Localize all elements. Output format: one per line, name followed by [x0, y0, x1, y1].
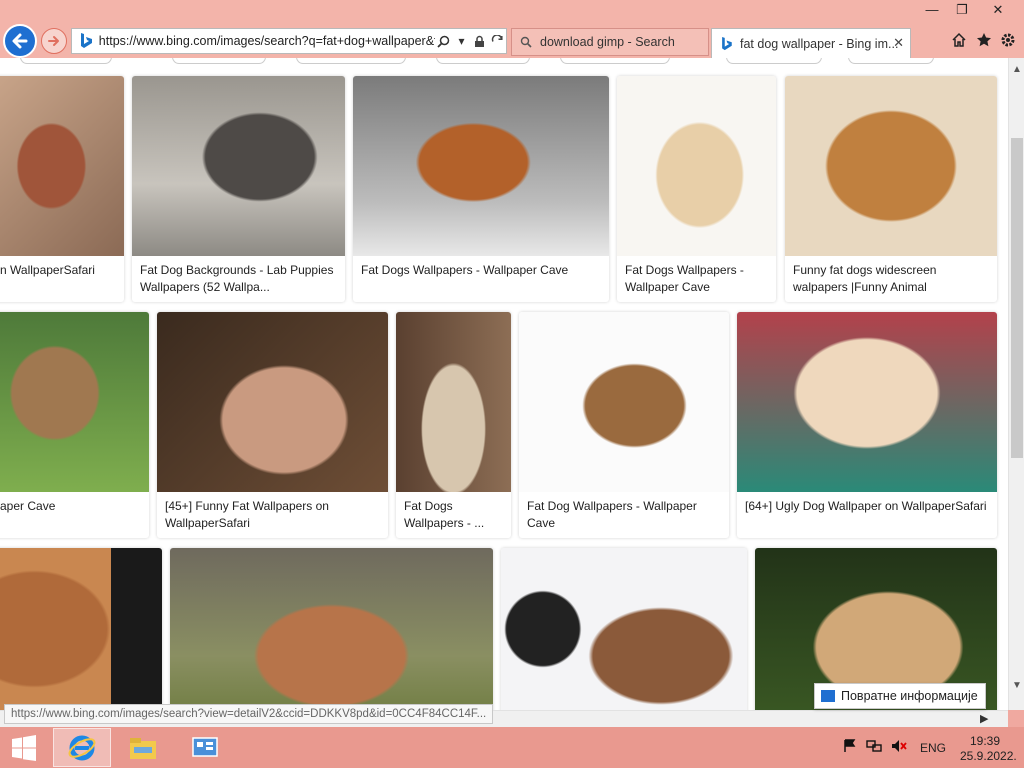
filter-pill[interactable] [560, 58, 670, 64]
title-bar: — ❐ ✕ [0, 0, 1024, 22]
start-button[interactable] [0, 728, 48, 767]
image-result-card[interactable] [170, 548, 493, 710]
forward-button[interactable] [41, 28, 67, 54]
result-thumbnail[interactable] [617, 76, 776, 256]
control-panel-taskbar-button[interactable] [176, 728, 234, 767]
folder-icon [130, 737, 156, 759]
home-icon[interactable] [949, 30, 969, 50]
result-caption[interactable]: Funny fat dogs widescreen walpapers |Fun… [793, 262, 991, 296]
image-result-card[interactable]: [64+] Ugly Dog Wallpaper on WallpaperSaf… [737, 312, 997, 538]
image-result-card[interactable]: Fat Dog Wallpapers - Wallpaper Cave [519, 312, 729, 538]
result-thumbnail[interactable] [519, 312, 729, 492]
image-result-card[interactable]: Funny fat dogs widescreen walpapers |Fun… [785, 76, 997, 302]
result-thumbnail[interactable] [132, 76, 345, 256]
close-tab-icon[interactable]: ✕ [893, 35, 904, 51]
image-results-area: n WallpaperSafari Fat Dog Backgrounds - … [0, 58, 1008, 710]
image-result-card[interactable] [501, 548, 747, 710]
result-caption[interactable]: [64+] Ugly Dog Wallpaper on WallpaperSaf… [745, 498, 991, 515]
filter-pill[interactable] [848, 58, 934, 64]
clock-date[interactable]: 25.9.2022. [960, 749, 1017, 763]
result-caption[interactable]: n WallpaperSafari [0, 262, 118, 279]
scroll-right-icon[interactable]: ▶ [980, 712, 988, 725]
internet-explorer-taskbar-button[interactable] [53, 728, 111, 767]
bing-favicon-icon [77, 32, 95, 50]
control-panel-icon [192, 736, 218, 757]
image-result-card[interactable]: aper Cave [0, 312, 149, 538]
result-thumbnail[interactable] [157, 312, 388, 492]
scrollbar-thumb[interactable] [1011, 138, 1023, 458]
result-caption[interactable]: Fat Dogs Wallpapers - Wallpaper Cave [625, 262, 770, 296]
restore-button[interactable]: ❐ [948, 0, 976, 20]
search-icon[interactable] [435, 31, 453, 51]
result-caption[interactable]: aper Cave [0, 498, 143, 515]
forward-arrow-icon [48, 36, 59, 46]
file-explorer-taskbar-button[interactable] [114, 728, 172, 767]
close-window-button[interactable]: ✕ [984, 0, 1012, 20]
result-thumbnail[interactable] [737, 312, 997, 492]
filter-pill[interactable] [20, 58, 112, 64]
tab-download-gimp[interactable]: download gimp - Search [511, 28, 709, 56]
image-result-card[interactable]: Fat Dogs Wallpapers - Wallpaper Cave [617, 76, 776, 302]
image-result-card[interactable]: [45+] Funny Fat Wallpapers on WallpaperS… [157, 312, 388, 538]
image-result-card[interactable]: Fat Dogs Wallpapers - ... [396, 312, 511, 538]
back-arrow-icon [12, 33, 28, 49]
filter-pill[interactable] [296, 58, 406, 64]
dropdown-arrow-icon[interactable]: ▾ [453, 31, 471, 51]
clock-time[interactable]: 19:39 [970, 734, 1000, 748]
lock-icon[interactable] [470, 31, 488, 51]
filter-pill[interactable] [436, 58, 530, 64]
status-url-tooltip: https://www.bing.com/images/search?view=… [4, 704, 494, 724]
settings-gear-icon[interactable] [998, 30, 1018, 50]
result-caption[interactable]: Fat Dogs Wallpapers - ... [404, 498, 505, 532]
result-thumbnail[interactable] [0, 76, 124, 256]
minimize-button[interactable]: — [918, 0, 946, 20]
feedback-icon [821, 690, 835, 702]
internet-explorer-icon [68, 735, 96, 760]
taskbar: ENG 19:39 25.9.2022. [0, 727, 1024, 768]
url-text[interactable]: https://www.bing.com/images/search?q=fat… [99, 34, 435, 48]
result-thumbnail[interactable] [0, 548, 162, 710]
result-thumbnail[interactable] [396, 312, 511, 492]
image-result-card[interactable]: Fat Dog Backgrounds - Lab Puppies Wallpa… [132, 76, 345, 302]
scroll-up-icon[interactable]: ▲ [1012, 64, 1022, 75]
result-thumbnail[interactable] [170, 548, 493, 710]
scroll-down-icon[interactable]: ▼ [1012, 680, 1022, 691]
volume-muted-icon[interactable] [891, 739, 907, 756]
filter-pill[interactable] [172, 58, 266, 64]
back-button[interactable] [3, 24, 37, 58]
image-result-card[interactable]: Fat Dogs Wallpapers - Wallpaper Cave [353, 76, 609, 302]
favorites-star-icon[interactable] [974, 30, 994, 50]
tab-label: download gimp - Search [540, 35, 675, 49]
windows-logo-icon [12, 734, 36, 761]
feedback-button[interactable]: Повратне информације [814, 683, 986, 709]
tab-fat-dog-wallpaper[interactable]: fat dog wallpaper - Bing im... ✕ [711, 28, 911, 58]
bing-favicon-icon [718, 36, 734, 52]
refresh-icon[interactable] [488, 31, 506, 51]
result-caption[interactable]: Fat Dog Wallpapers - Wallpaper Cave [527, 498, 723, 532]
result-thumbnail[interactable] [501, 548, 747, 710]
result-thumbnail[interactable] [353, 76, 609, 256]
result-caption[interactable]: Fat Dog Backgrounds - Lab Puppies Wallpa… [140, 262, 339, 296]
result-caption[interactable]: Fat Dogs Wallpapers - Wallpaper Cave [361, 262, 603, 279]
search-icon [518, 34, 534, 50]
navigation-bar: https://www.bing.com/images/search?q=fat… [0, 22, 1024, 58]
result-thumbnail[interactable] [785, 76, 997, 256]
image-result-card[interactable]: n WallpaperSafari [0, 76, 124, 302]
tab-label: fat dog wallpaper - Bing im... [740, 36, 899, 51]
result-thumbnail[interactable] [0, 312, 149, 492]
network-icon[interactable] [866, 739, 882, 756]
filter-pill[interactable] [726, 58, 822, 64]
vertical-scrollbar[interactable]: ▲ ▼ [1008, 58, 1024, 710]
result-caption[interactable]: [45+] Funny Fat Wallpapers on WallpaperS… [165, 498, 382, 532]
address-bar[interactable]: https://www.bing.com/images/search?q=fat… [71, 28, 507, 54]
language-indicator[interactable]: ENG [920, 741, 946, 755]
feedback-label: Повратне информације [841, 689, 978, 703]
action-center-flag-icon[interactable] [843, 739, 857, 756]
image-result-card[interactable] [0, 548, 162, 710]
